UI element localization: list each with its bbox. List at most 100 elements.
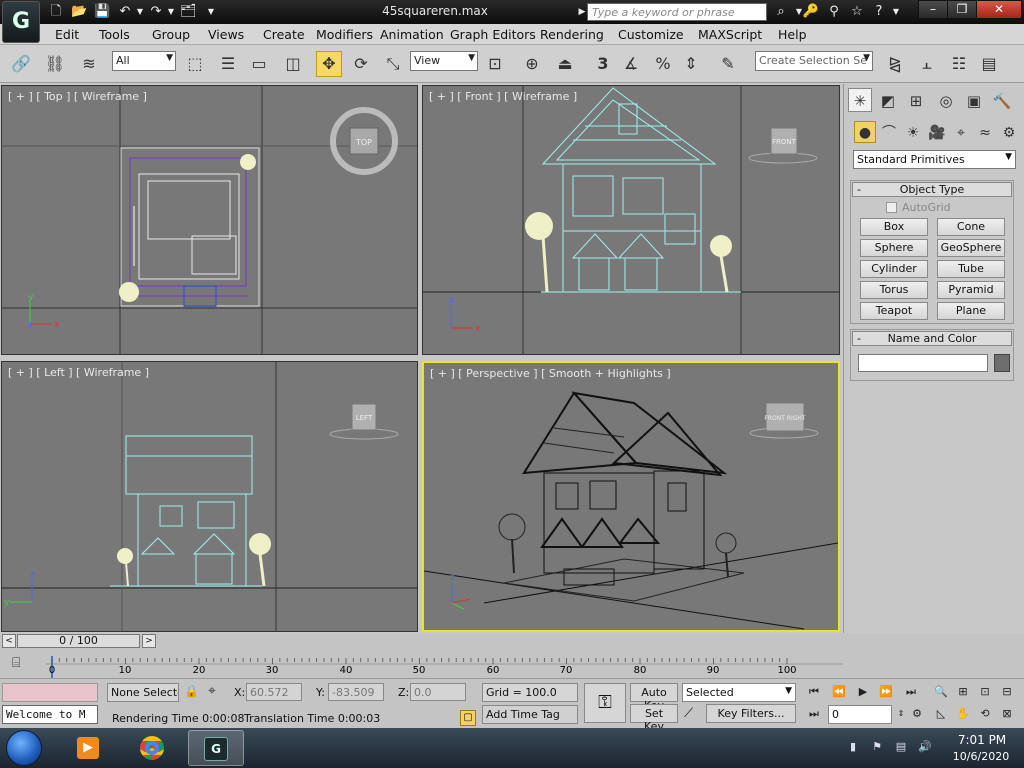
favorites-star-icon[interactable]: ☆ bbox=[847, 3, 867, 21]
named-selection-sets-dropdown[interactable]: Create Selection Se ▼ bbox=[755, 51, 873, 71]
quick-access-dropdown-icon[interactable]: ▼ bbox=[203, 4, 219, 20]
orbit-icon[interactable]: ⟲ bbox=[976, 705, 994, 723]
edit-named-selection-icon[interactable]: ✎ bbox=[715, 51, 741, 77]
zoom-extents-icon[interactable]: ⊡ bbox=[976, 683, 994, 701]
box-button[interactable]: Box bbox=[860, 218, 928, 236]
viewport-top[interactable]: TOP y x z [ + ] [ Top ] [ Wireframe ] bbox=[1, 85, 418, 355]
hierarchy-tab-icon[interactable]: ⊞ bbox=[904, 88, 928, 112]
tray-flag-icon[interactable]: ⚑ bbox=[870, 740, 884, 753]
cylinder-button[interactable]: Cylinder bbox=[860, 260, 928, 278]
3dsmax-app[interactable]: G bbox=[188, 730, 244, 766]
view-cube-front-label[interactable]: FRONT bbox=[772, 138, 797, 146]
cameras-category-icon[interactable]: 🎥 bbox=[926, 121, 948, 143]
maxscript-prompt-output[interactable]: Welcome to M bbox=[2, 705, 98, 724]
modify-tab-icon[interactable]: ◩ bbox=[876, 88, 900, 112]
percent-snap-icon[interactable]: % bbox=[650, 51, 676, 77]
z-coord-field[interactable]: 0.0 bbox=[410, 683, 466, 701]
add-time-tag[interactable]: Add Time Tag bbox=[482, 705, 578, 724]
key-mode-dropdown[interactable]: Selected ▼ bbox=[682, 683, 796, 702]
x-coord-field[interactable]: 60.572 bbox=[246, 683, 302, 701]
clock-time[interactable]: 7:01 PM bbox=[952, 733, 1012, 747]
key-filters-button[interactable]: Key Filters... bbox=[706, 704, 796, 723]
cone-button[interactable]: Cone bbox=[937, 218, 1005, 236]
select-manipulate-icon[interactable]: ⊕ bbox=[519, 51, 545, 77]
create-tab-icon[interactable]: ✳ bbox=[848, 88, 872, 112]
chrome-app[interactable] bbox=[124, 730, 180, 766]
select-and-scale-icon[interactable]: ⤡ bbox=[380, 51, 406, 77]
graphite-modeling-icon[interactable]: ▤ bbox=[976, 51, 1002, 77]
viewport-front-label[interactable]: [ + ] [ Front ] [ Wireframe ] bbox=[429, 90, 577, 103]
bind-to-space-warp-icon[interactable]: ≋ bbox=[76, 51, 102, 77]
set-key-button[interactable]: Set Key bbox=[630, 704, 678, 733]
align-icon[interactable]: ⫠ bbox=[914, 51, 940, 77]
auto-key-button[interactable]: Auto Key bbox=[630, 683, 678, 712]
selection-filter-dropdown[interactable]: All ▼ bbox=[112, 51, 176, 71]
viewport-left-label[interactable]: [ + ] [ Left ] [ Wireframe ] bbox=[8, 366, 149, 379]
play-icon[interactable]: ▶ bbox=[854, 683, 872, 701]
minimize-button[interactable]: – bbox=[918, 0, 948, 19]
utilities-tab-icon[interactable]: 🔨 bbox=[990, 88, 1014, 112]
display-tab-icon[interactable]: ▣ bbox=[962, 88, 986, 112]
maximize-viewport-icon[interactable]: ⊠ bbox=[998, 705, 1016, 723]
shapes-category-icon[interactable]: ⌒ bbox=[878, 121, 900, 143]
menu-animation[interactable]: Animation bbox=[380, 27, 444, 42]
track-bar[interactable]: ⌸ 0 10 20 30 40 50 60 70 80 90 100 bbox=[0, 650, 843, 678]
y-coord-field[interactable]: -83.509 bbox=[328, 683, 384, 701]
binoculars-icon[interactable]: ⌕ bbox=[771, 3, 791, 21]
undo-dropdown-icon[interactable]: ▼ bbox=[132, 4, 148, 20]
menu-group[interactable]: Group bbox=[152, 27, 190, 42]
geosphere-button[interactable]: GeoSphere bbox=[937, 239, 1005, 257]
snaps-toggle-icon[interactable]: 3 bbox=[590, 51, 616, 77]
mirror-icon[interactable]: ⧎ bbox=[882, 51, 908, 77]
zoom-extents-all-icon[interactable]: ⊟ bbox=[998, 683, 1016, 701]
menu-edit[interactable]: Edit bbox=[55, 27, 79, 42]
absolute-offset-mode-icon[interactable]: ⌖ bbox=[208, 683, 216, 699]
layer-manager-icon[interactable]: ☷ bbox=[946, 51, 972, 77]
previous-frame-icon[interactable]: ⏪ bbox=[830, 683, 848, 701]
menu-tools[interactable]: Tools bbox=[99, 27, 130, 42]
start-button[interactable] bbox=[6, 730, 42, 766]
menu-graph-editors[interactable]: Graph Editors bbox=[450, 27, 536, 42]
project-folder-icon[interactable]: 🗂 bbox=[180, 4, 197, 20]
tray-network-icon[interactable]: ▤ bbox=[894, 740, 908, 753]
communication-center-icon[interactable]: ⚲ bbox=[824, 3, 844, 21]
clock-date[interactable]: 10/6/2020 bbox=[946, 750, 1016, 763]
pan-view-icon[interactable]: ✋ bbox=[954, 705, 972, 723]
time-slider[interactable]: < 0 / 100 > bbox=[0, 633, 843, 650]
plane-button[interactable]: Plane bbox=[937, 302, 1005, 320]
lights-category-icon[interactable]: ☀ bbox=[902, 121, 924, 143]
time-slider-next-button[interactable]: > bbox=[142, 634, 156, 648]
maxscript-listener-mini[interactable] bbox=[2, 683, 98, 702]
viewport-left[interactable]: LEFT z y [ + ] [ Left ] [ Wireframe ] bbox=[1, 361, 418, 632]
go-to-end-icon[interactable]: ⏭ bbox=[902, 683, 920, 701]
sphere-button[interactable]: Sphere bbox=[860, 239, 928, 257]
search-input[interactable]: Type a keyword or phrase bbox=[587, 3, 767, 21]
viewport-front[interactable]: FRONT z x [ + ] [ Front ] [ Wireframe ] bbox=[422, 85, 840, 355]
spinner-snap-icon[interactable]: ⇕ bbox=[678, 51, 704, 77]
motion-tab-icon[interactable]: ◎ bbox=[934, 88, 958, 112]
menu-maxscript[interactable]: MAXScript bbox=[698, 27, 762, 42]
menu-help[interactable]: Help bbox=[778, 27, 807, 42]
key-mode-toggle-icon[interactable]: ⏭ bbox=[805, 705, 823, 723]
systems-category-icon[interactable]: ⚙ bbox=[998, 121, 1020, 143]
media-player-app[interactable]: ▶ bbox=[60, 730, 116, 766]
time-configuration-icon[interactable]: ⚙ bbox=[908, 705, 926, 723]
restore-button[interactable]: ❐ bbox=[947, 0, 977, 19]
field-of-view-icon[interactable]: ◺ bbox=[932, 705, 950, 723]
time-slider-thumb[interactable]: 0 / 100 bbox=[17, 634, 140, 648]
teapot-button[interactable]: Teapot bbox=[860, 302, 928, 320]
redo-icon[interactable]: ↷ bbox=[148, 4, 164, 20]
redo-dropdown-icon[interactable]: ▼ bbox=[163, 4, 179, 20]
tube-button[interactable]: Tube bbox=[937, 260, 1005, 278]
app-logo-button[interactable]: G bbox=[2, 1, 40, 43]
keyboard-shortcut-override-icon[interactable]: ⏏ bbox=[552, 51, 578, 77]
undo-icon[interactable]: ↶ bbox=[117, 4, 133, 20]
helpers-category-icon[interactable]: ⌖ bbox=[950, 121, 972, 143]
key-tangent-icon[interactable]: ⟋ bbox=[684, 706, 693, 721]
name-color-header[interactable]: - Name and Color bbox=[852, 331, 1012, 346]
viewport-perspective[interactable]: FRONT RIGHT z [ + ] [ Perspective ] [ Sm… bbox=[422, 361, 840, 632]
default-keys-icon[interactable]: ⚿ bbox=[584, 683, 626, 723]
help-dropdown-icon[interactable]: ▼ bbox=[886, 3, 906, 21]
menu-modifiers[interactable]: Modifiers bbox=[316, 27, 373, 42]
select-and-move-icon[interactable]: ✥ bbox=[316, 51, 342, 77]
